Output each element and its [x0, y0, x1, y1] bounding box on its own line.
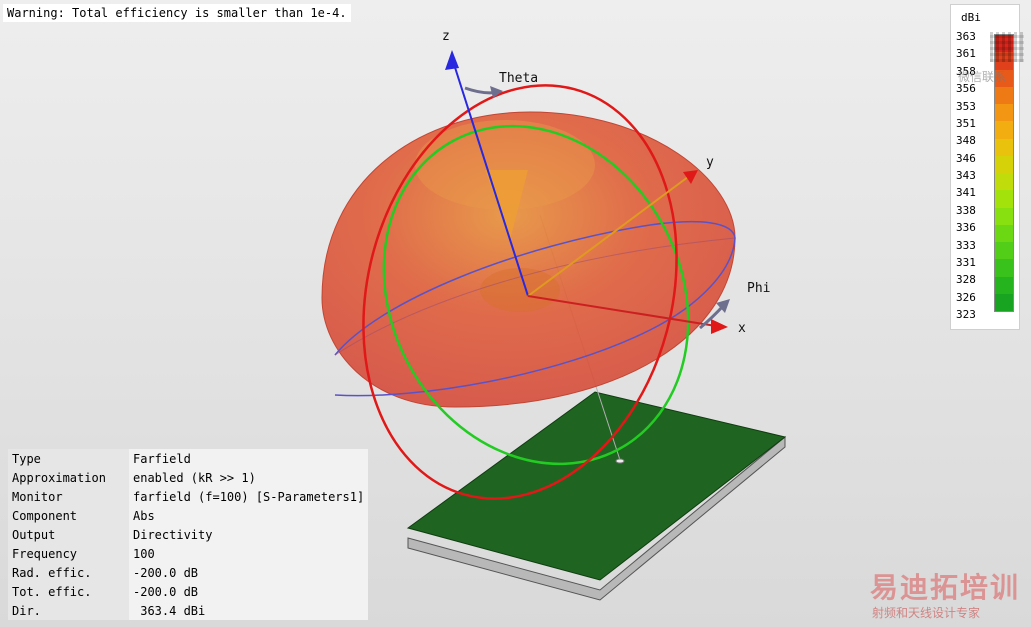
- watermark-logo-text: 易迪拓培训: [870, 571, 1021, 604]
- x-axis-label: x: [738, 321, 746, 336]
- legend-color-segment: [995, 121, 1013, 139]
- legend-tick-label: 353: [956, 99, 976, 113]
- legend-color-segment: [995, 190, 1013, 208]
- info-row: Output Directivity: [8, 525, 369, 544]
- legend-color-segment: [995, 276, 1013, 294]
- info-row: Monitor farfield (f=100) [S-Parameters1]: [8, 487, 369, 506]
- info-value: -200.0 dB: [129, 563, 369, 582]
- info-key: Approximation: [8, 468, 129, 487]
- info-key: Frequency: [8, 544, 129, 563]
- phi-label: Phi: [747, 281, 770, 296]
- legend-color-segment: [995, 155, 1013, 173]
- info-row: Frequency 100: [8, 544, 369, 563]
- info-value: enabled (kR >> 1): [129, 468, 369, 487]
- legend-tick-label: 323: [956, 308, 976, 321]
- qr-caption: 微信联系: [958, 70, 1007, 84]
- info-key: Dir.: [8, 601, 129, 620]
- legend-tick-label: 361: [956, 47, 976, 61]
- info-value: Abs: [129, 506, 369, 525]
- y-axis-label: y: [706, 155, 714, 170]
- legend-tick-label: 338: [956, 203, 976, 217]
- legend-tick-label: 336: [956, 221, 976, 235]
- legend-color-segment: [995, 259, 1013, 277]
- info-value: Directivity: [129, 525, 369, 544]
- info-value: farfield (f=100) [S-Parameters1]: [129, 487, 369, 506]
- farfield-info-table: Type Farfield Approximation enabled (kR >> …: [8, 449, 369, 620]
- z-axis-arrow: [445, 50, 459, 70]
- info-value: 363.4 dBi: [129, 601, 369, 620]
- legend-tick-label: 341: [956, 186, 976, 200]
- legend-tick-label: 363: [956, 30, 976, 43]
- legend-tick-label: 333: [956, 238, 976, 252]
- legend-color-segment: [995, 224, 1013, 242]
- info-row: Tot. effic. -200.0 dB: [8, 582, 369, 601]
- legend-tick-label: 331: [956, 255, 976, 269]
- legend-color-segment: [995, 86, 1013, 104]
- info-key: Type: [8, 449, 129, 468]
- legend-color-segment: [995, 173, 1013, 191]
- legend-color-segment: [995, 104, 1013, 122]
- info-key: Tot. effic.: [8, 582, 129, 601]
- legend-unit-label: dBi: [961, 11, 981, 24]
- info-value: -200.0 dB: [129, 582, 369, 601]
- legend-tick-label: 351: [956, 116, 976, 130]
- info-value: 100: [129, 544, 369, 563]
- qr-code: [990, 32, 1024, 62]
- info-value: Farfield: [129, 449, 369, 468]
- info-key: Monitor: [8, 487, 129, 506]
- info-key: Component: [8, 506, 129, 525]
- pcb-board: [406, 391, 787, 601]
- legend-tick-label: 348: [956, 134, 976, 148]
- legend-color-segment: [995, 207, 1013, 225]
- legend-tick-label: 326: [956, 290, 976, 304]
- watermark-subtitle: 射频和天线设计专家: [872, 606, 981, 620]
- info-row: Dir. 363.4 dBi: [8, 601, 369, 620]
- z-axis-label: z: [442, 29, 450, 44]
- legend-tick-label: 346: [956, 151, 976, 165]
- info-row: Component Abs: [8, 506, 369, 525]
- info-row: Rad. effic. -200.0 dB: [8, 563, 369, 582]
- legend-color-segment: [995, 138, 1013, 156]
- efficiency-warning: Warning: Total efficiency is smaller tha…: [3, 4, 351, 22]
- info-row: Type Farfield: [8, 449, 369, 468]
- legend-tick-label: 343: [956, 169, 976, 182]
- feed-point: [615, 458, 625, 464]
- info-key: Output: [8, 525, 129, 544]
- x-axis-arrow: [711, 319, 728, 334]
- info-key: Rad. effic.: [8, 563, 129, 582]
- legend-color-segment: [995, 242, 1013, 260]
- theta-label: Theta: [499, 71, 538, 86]
- info-row: Approximation enabled (kR >> 1): [8, 468, 369, 487]
- legend-tick-label: 328: [956, 273, 976, 287]
- legend-color-segment: [995, 293, 1013, 311]
